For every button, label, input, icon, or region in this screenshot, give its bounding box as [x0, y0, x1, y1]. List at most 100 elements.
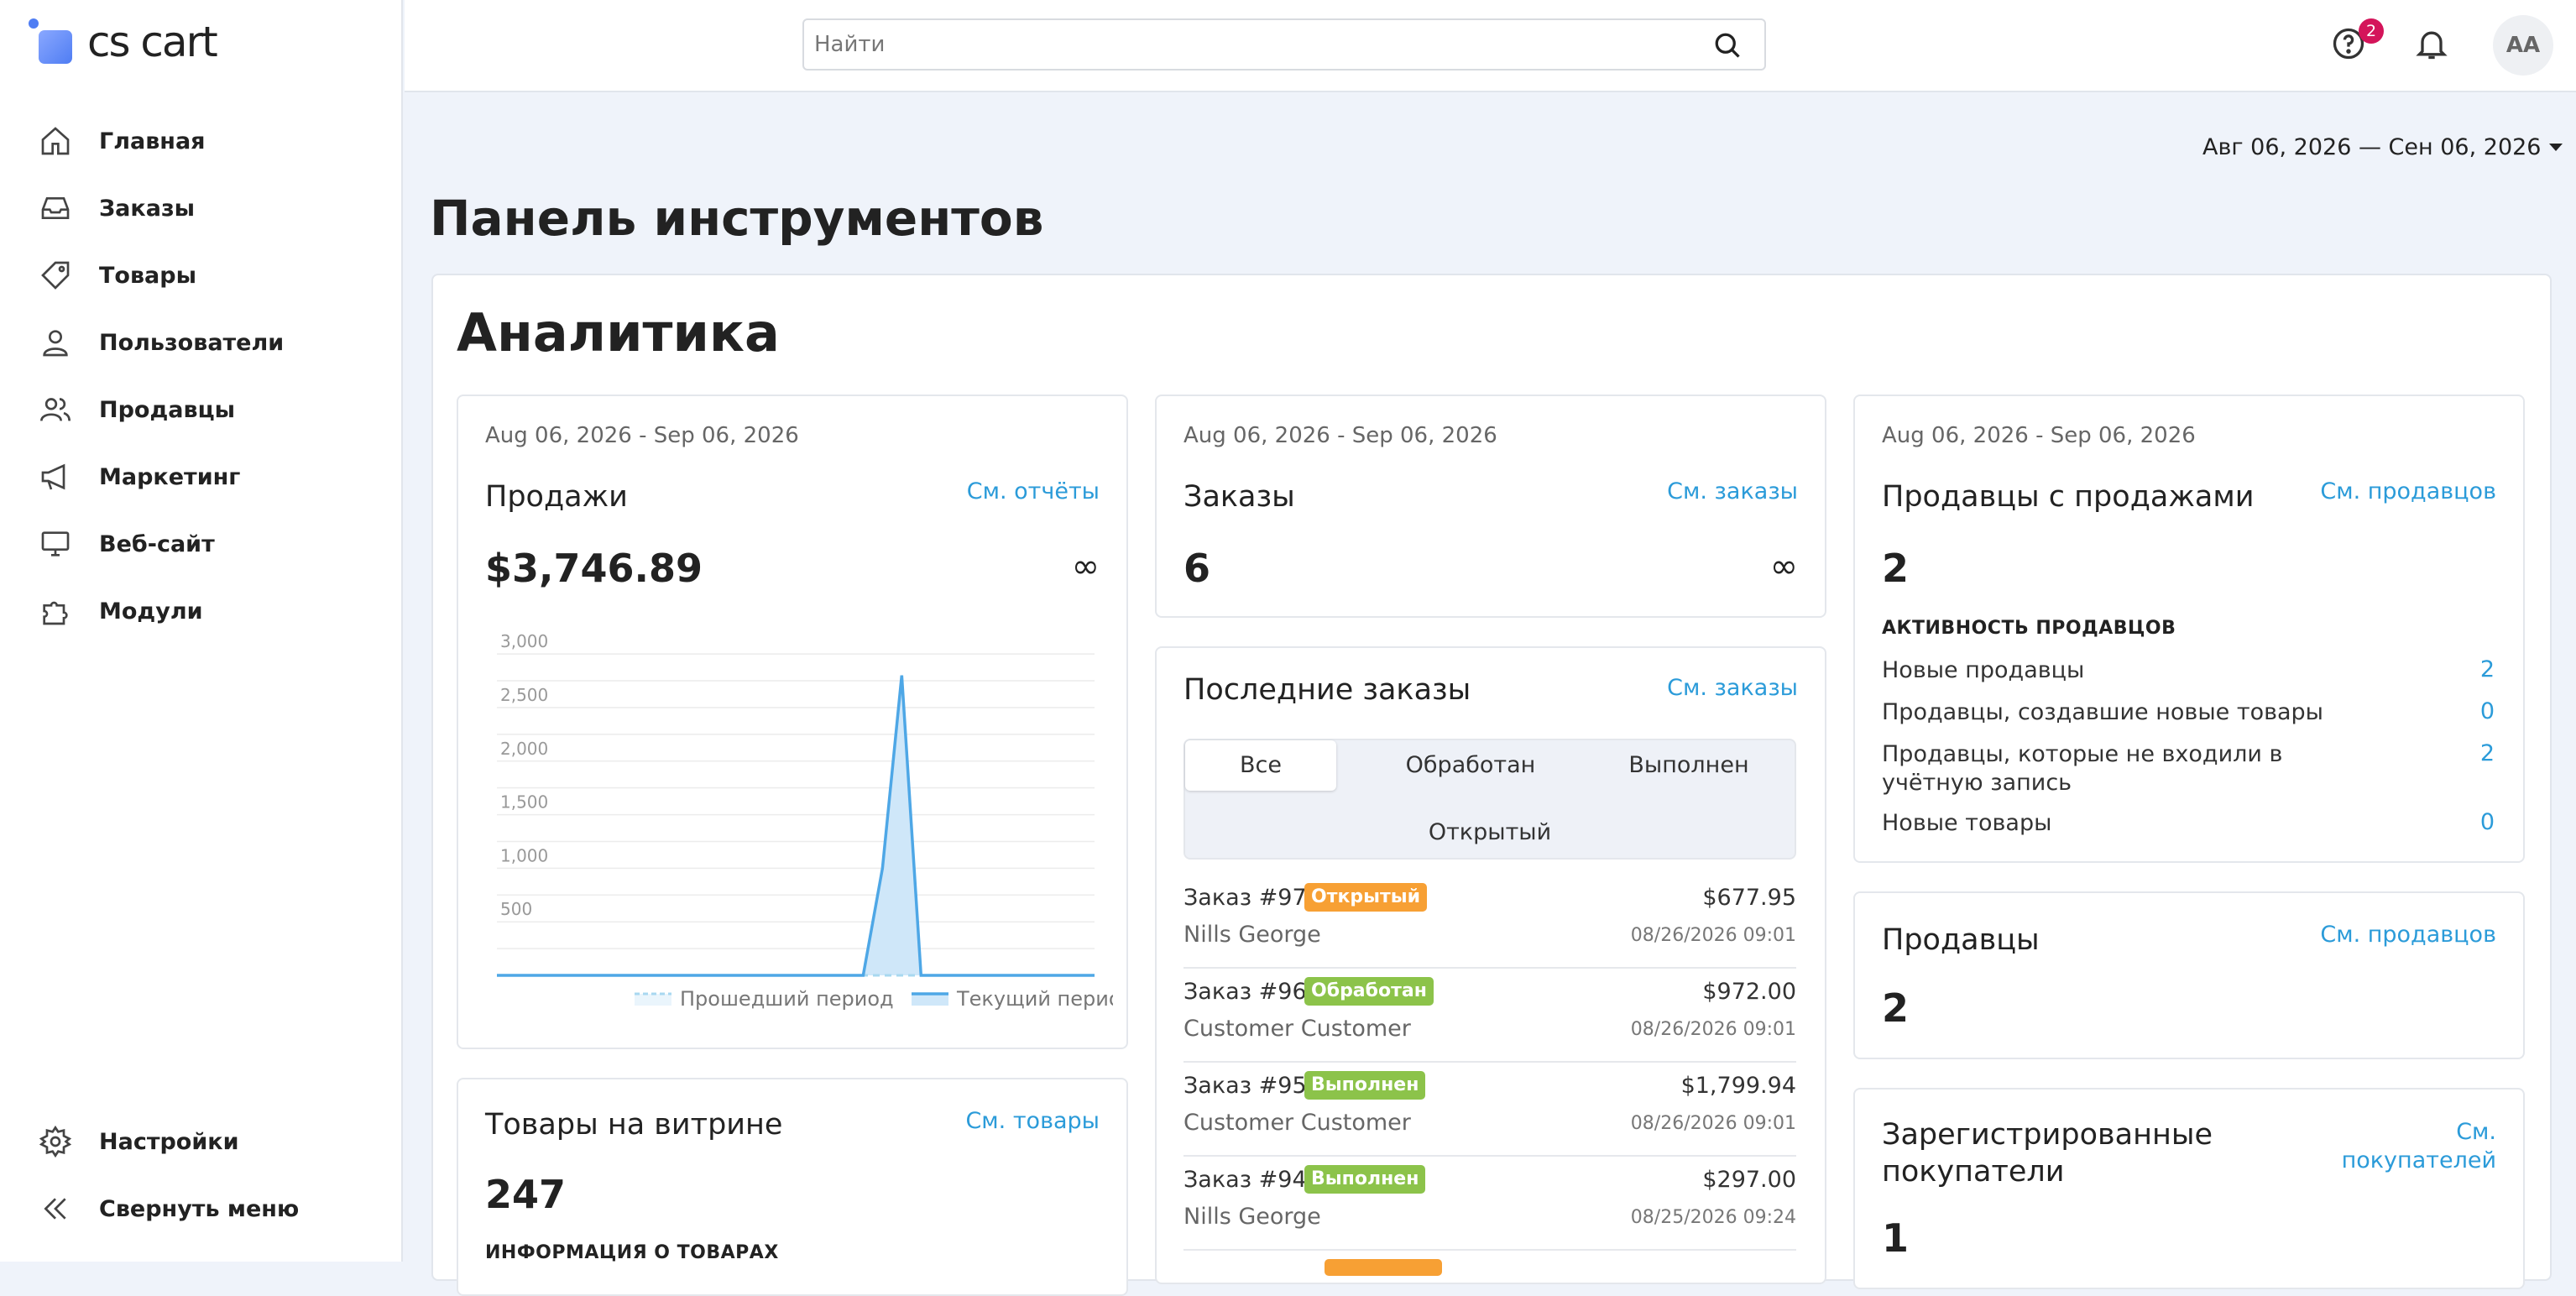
- sidebar-item-settings[interactable]: Настройки: [0, 1108, 401, 1175]
- megaphone-icon: [41, 463, 65, 490]
- products-value: 247: [485, 1172, 567, 1217]
- activity-value[interactable]: 0: [2480, 698, 2495, 724]
- page-title: Панель инструментов: [430, 190, 1044, 247]
- activity-label: Продавцы, которые не входили в учётную з…: [1882, 741, 2283, 796]
- vendors-link[interactable]: См. продавцов: [2320, 922, 2496, 948]
- sidebar-item-home[interactable]: Главная: [0, 107, 401, 175]
- vendors-sales-card: Aug 06, 2026 - Sep 06, 2026 Продавцы с п…: [1853, 395, 2525, 863]
- sidebar-item-label: Продавцы: [99, 396, 236, 423]
- bell-icon[interactable]: [2413, 25, 2450, 62]
- vendors-sales-value: 2: [1882, 546, 1910, 591]
- date-range-picker[interactable]: Авг 06, 2026 — Сен 06, 2026: [2202, 134, 2563, 160]
- orders-change: ∞: [1769, 547, 1798, 586]
- gear-icon: [39, 1125, 72, 1158]
- order-number[interactable]: Заказ #94: [1183, 1167, 1307, 1193]
- order-time: 08/26/2026 09:01: [1630, 925, 1796, 946]
- orders-link[interactable]: См. заказы: [1667, 478, 1798, 504]
- activity-value[interactable]: 2: [2480, 740, 2495, 766]
- customers-card: Зарегистрированные покупатели См. покупа…: [1853, 1088, 2525, 1289]
- avatar[interactable]: AA: [2493, 15, 2553, 76]
- orders-value: 6: [1183, 546, 1211, 591]
- sidebar-item-vendors[interactable]: Продавцы: [0, 376, 401, 443]
- sidebar-item-users[interactable]: Пользователи: [0, 309, 401, 376]
- logo-text: cs cart: [87, 18, 218, 66]
- tag-icon: [41, 261, 70, 290]
- status-badge: Выполнен: [1304, 1071, 1426, 1100]
- activity-value[interactable]: 2: [2480, 656, 2495, 682]
- search-input[interactable]: [813, 20, 1685, 69]
- sidebar-item-label: Пользователи: [99, 329, 285, 356]
- legend-past-swatch: [635, 994, 671, 1006]
- order-status-tabs: Все Обработан Выполнен Открытый: [1183, 739, 1796, 860]
- order-amount: $1,799.94: [1680, 1073, 1796, 1099]
- tab-complete[interactable]: Выполнен: [1596, 740, 1781, 791]
- order-row[interactable]: Заказ #95 Выполнен $1,799.94 Customer Cu…: [1183, 1063, 1796, 1157]
- sidebar-item-label: Маркетинг: [99, 463, 241, 490]
- puzzle-icon: [43, 601, 68, 625]
- products-card: Товары на витрине См. товары 247 ИНФОРМА…: [457, 1078, 1128, 1296]
- legend-past-label: Прошедший период: [680, 987, 894, 1011]
- order-time: 08/26/2026 09:01: [1630, 1019, 1796, 1040]
- status-badge-partial: [1325, 1259, 1442, 1276]
- activity-label: Продавцы, создавшие новые товары: [1882, 699, 2323, 725]
- order-customer: Nills George: [1183, 1204, 1321, 1230]
- tab-open[interactable]: Открытый: [1185, 807, 1795, 858]
- customers-link[interactable]: См. покупателей: [2328, 1118, 2496, 1175]
- order-row[interactable]: Заказ #96 Обработан $972.00 Customer Cus…: [1183, 969, 1796, 1063]
- status-badge: Открытый: [1304, 883, 1428, 912]
- y-tick-label: 1,000: [500, 845, 548, 865]
- sidebar-item-marketing[interactable]: Маркетинг: [0, 443, 401, 510]
- double-chevron-left-icon: [44, 1198, 66, 1220]
- sidebar-collapse-button[interactable]: Свернуть меню: [0, 1175, 401, 1242]
- sidebar-item-website[interactable]: Веб-сайт: [0, 510, 401, 577]
- order-customer: Nills George: [1183, 922, 1321, 948]
- order-number[interactable]: Заказ #96: [1183, 979, 1307, 1005]
- order-amount: $677.95: [1702, 885, 1796, 911]
- y-tick-label: 2,500: [500, 685, 548, 705]
- caret-down-icon: [2549, 144, 2563, 151]
- vendors-title: Продавцы: [1882, 923, 2040, 957]
- activity-value[interactable]: 0: [2480, 809, 2495, 835]
- order-row[interactable]: Заказ #97 Открытый $677.95 Nills George …: [1183, 875, 1796, 969]
- activity-row: Новые товары 0: [1882, 809, 2495, 838]
- status-badge: Обработан: [1304, 977, 1434, 1006]
- search-icon[interactable]: [1712, 30, 1743, 60]
- order-row[interactable]: Заказ #94 Выполнен $297.00 Nills George …: [1183, 1157, 1796, 1251]
- customers-value: 1: [1882, 1215, 1910, 1261]
- sidebar-item-label: Настройки: [99, 1128, 239, 1155]
- sales-title: Продажи: [485, 480, 628, 514]
- sales-date: Aug 06, 2026 - Sep 06, 2026: [485, 423, 799, 448]
- sidebar-item-modules[interactable]: Модули: [0, 577, 401, 645]
- activity-row: Продавцы, создавшие новые товары 0: [1882, 698, 2495, 727]
- sales-value: $3,746.89: [485, 546, 703, 591]
- logo[interactable]: cs cart: [29, 17, 218, 67]
- recent-orders-link[interactable]: См. заказы: [1667, 675, 1798, 701]
- order-time: 08/26/2026 09:01: [1630, 1113, 1796, 1134]
- sidebar-item-label: Главная: [99, 128, 206, 154]
- sidebar-item-orders[interactable]: Заказы: [0, 175, 401, 242]
- order-number[interactable]: Заказ #97: [1183, 885, 1307, 911]
- order-amount: $972.00: [1702, 979, 1796, 1005]
- vendors-sales-date: Aug 06, 2026 - Sep 06, 2026: [1882, 423, 2196, 448]
- search-box: [802, 18, 1766, 71]
- vendor-activity-title: АКТИВНОСТЬ ПРОДАВЦОВ: [1882, 618, 2176, 639]
- users-icon: [40, 398, 71, 421]
- inbox-icon: [41, 197, 70, 219]
- status-badge: Выполнен: [1304, 1165, 1426, 1194]
- activity-label: Новые продавцы: [1882, 657, 2085, 683]
- sidebar-item-label: Модули: [99, 598, 203, 624]
- tab-processed[interactable]: Обработан: [1378, 740, 1563, 791]
- products-link[interactable]: См. товары: [965, 1108, 1100, 1134]
- sales-reports-link[interactable]: См. отчёты: [967, 478, 1100, 504]
- sidebar-item-products[interactable]: Товары: [0, 242, 401, 309]
- order-number[interactable]: Заказ #95: [1183, 1073, 1307, 1099]
- products-title: Товары на витрине: [485, 1108, 783, 1142]
- activity-row: Новые продавцы 2: [1882, 656, 2495, 685]
- sales-card: Aug 06, 2026 - Sep 06, 2026 Продажи См. …: [457, 395, 1128, 1049]
- current-period-line: [497, 675, 1095, 977]
- vendors-sales-link[interactable]: См. продавцов: [2320, 478, 2496, 504]
- tab-all[interactable]: Все: [1185, 740, 1336, 791]
- y-tick-label: 1,500: [500, 792, 548, 813]
- logo-icon: [29, 18, 76, 65]
- orders-title: Заказы: [1183, 480, 1295, 514]
